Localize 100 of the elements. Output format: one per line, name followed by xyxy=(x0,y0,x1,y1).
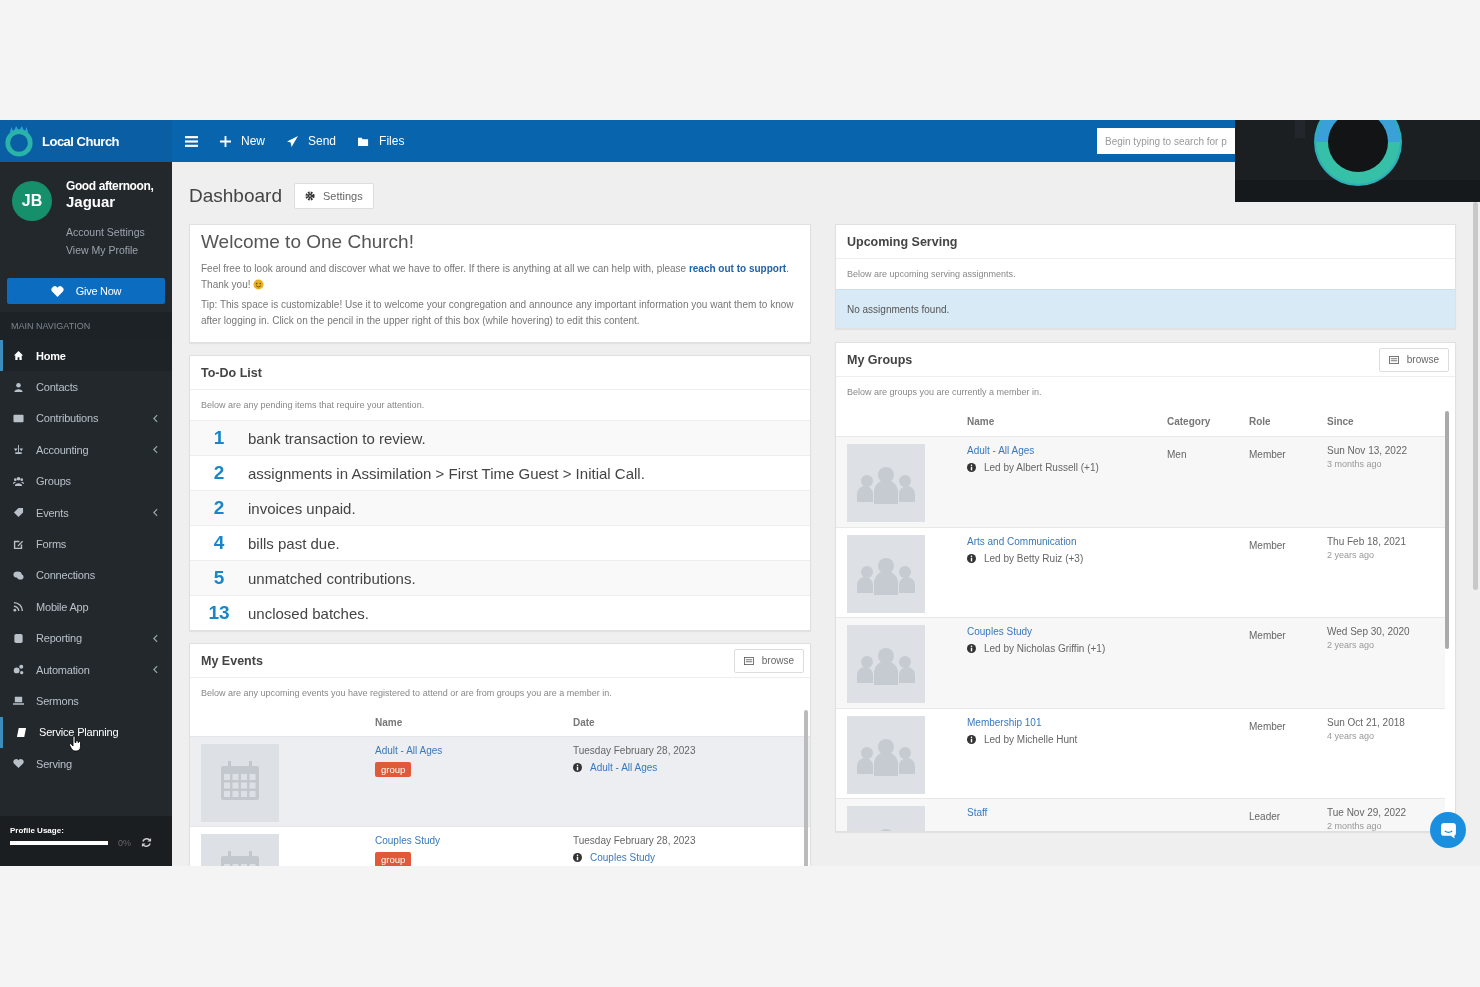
panel-title: My Events xyxy=(201,653,263,668)
group-row[interactable]: Arts and Communication Led by Betty Ruiz (+3) Member Thu Feb 18, 2021 2 years ago xyxy=(836,526,1445,617)
nav-item[interactable]: Service Planning xyxy=(0,716,172,749)
group-role: Leader xyxy=(1249,811,1281,822)
event-row[interactable]: Adult - All Ages group Tuesday February 28, 2023 Adult - All Ages xyxy=(190,736,810,826)
nav-item[interactable]: Accounting xyxy=(0,434,172,466)
profile-usage-label: Profile Usage: xyxy=(10,826,65,835)
group-leader: Led by Betty Ruiz (+3) xyxy=(984,552,1084,564)
flame-ring-icon[interactable] xyxy=(4,124,34,158)
nav-item[interactable]: Reporting xyxy=(0,622,172,654)
todo-text[interactable]: bills past due. xyxy=(248,534,340,552)
info-icon xyxy=(967,644,976,653)
group-role: Member xyxy=(1249,630,1286,641)
panel-title: To-Do List xyxy=(201,365,262,380)
nav-item[interactable]: Events xyxy=(0,496,172,529)
group-link[interactable]: Adult - All Ages xyxy=(967,445,1035,456)
tag-icon xyxy=(13,507,24,519)
group-row[interactable]: Staff Leader Tue Nov 29, 2022 2 months ago xyxy=(836,798,1445,831)
search-field[interactable]: Begin typing to search for p xyxy=(1097,128,1235,154)
panel-description: Below are groups you are currently a member in. xyxy=(847,387,1042,397)
browse-button[interactable]: browse xyxy=(733,648,804,673)
settings-button[interactable]: Settings xyxy=(293,183,374,209)
todo-text[interactable]: bank transaction to review. xyxy=(248,429,426,447)
time-ago: 2 months ago xyxy=(1327,821,1382,831)
scrollbar-thumb[interactable] xyxy=(1473,202,1478,590)
nav-item[interactable]: Contributions xyxy=(0,402,172,435)
people-placeholder-icon xyxy=(847,444,925,522)
group-leader: Led by Nicholas Griffin (+1) xyxy=(984,643,1106,654)
info-icon xyxy=(573,853,582,862)
column-header: Role xyxy=(1249,416,1272,427)
member-since: Tue Nov 29, 2022 xyxy=(1327,807,1407,818)
laptop-icon xyxy=(13,695,24,707)
nav-item[interactable]: Forms xyxy=(0,528,172,560)
book-icon xyxy=(16,726,27,738)
event-row[interactable]: Couples Study group Tuesday February 28, 2023 Couples Study xyxy=(190,826,810,866)
user-name: Jaguar xyxy=(66,193,117,210)
chat-button[interactable] xyxy=(1430,812,1466,848)
profile-link[interactable]: View My Profile xyxy=(66,241,154,259)
todo-text[interactable]: assignments in Assimilation > First Time Guest > Initial Call. xyxy=(248,464,645,482)
nav-item[interactable]: Serving xyxy=(0,748,172,780)
group-tag: group xyxy=(375,852,412,866)
group-link[interactable]: Staff xyxy=(967,807,988,818)
welcome-text: Feel free to look around and discover what we have to offer. If there is anything at all we can help with, please reach out to support. Thank you! xyxy=(201,262,790,292)
time-ago: 3 months ago xyxy=(1327,459,1382,469)
group-link[interactable]: Membership 101 xyxy=(967,716,1042,728)
people-placeholder-icon xyxy=(847,625,925,703)
list-icon xyxy=(1388,355,1399,364)
toolbar-button[interactable]: Send xyxy=(287,134,337,148)
todo-text[interactable]: invoices unpaid. xyxy=(248,499,356,517)
group-leader: Led by Michelle Hunt xyxy=(984,733,1078,745)
scrollbar-thumb[interactable] xyxy=(1445,411,1449,649)
group-link[interactable]: Couples Study xyxy=(967,626,1033,637)
heart-icon xyxy=(50,284,64,298)
greeting: Good afternoon, xyxy=(66,179,154,193)
group-link[interactable]: Adult - All Ages xyxy=(590,762,658,773)
todo-text[interactable]: unclosed batches. xyxy=(248,604,369,622)
nav-heading: MAIN NAVIGATION xyxy=(11,321,91,331)
todo-count: 4 xyxy=(212,532,226,554)
menu-icon[interactable] xyxy=(185,135,198,147)
list-icon xyxy=(743,656,754,665)
settings-icon xyxy=(304,191,315,201)
time-ago: 2 years ago xyxy=(1327,640,1375,650)
group-row[interactable]: Membership 101 Led by Michelle Hunt Member Sun Oct 21, 2018 4 years ago xyxy=(836,707,1445,798)
nav-item[interactable]: Mobile App xyxy=(0,591,172,623)
give-now-button[interactable]: Give Now xyxy=(7,278,165,304)
nav-item[interactable]: Sermons xyxy=(0,685,172,717)
todo-text[interactable]: unmatched contributions. xyxy=(248,569,416,587)
event-link[interactable]: Couples Study xyxy=(375,835,441,846)
scrollbar-thumb[interactable] xyxy=(804,710,808,866)
nav-item[interactable]: Contacts xyxy=(0,371,172,403)
panel-description: Below are upcoming serving assignments. xyxy=(847,269,1016,279)
nav-item[interactable]: Home xyxy=(0,340,172,372)
profile-link[interactable]: Account Settings xyxy=(66,223,154,241)
member-since: Sun Nov 13, 2022 xyxy=(1327,445,1408,456)
people-placeholder-icon xyxy=(847,715,925,794)
paper-plane-icon xyxy=(287,135,298,147)
member-since: Thu Feb 18, 2021 xyxy=(1327,535,1406,547)
nav-item[interactable]: Connections xyxy=(0,559,172,592)
group-row[interactable]: Adult - All Ages Led by Albert Russell (+1) Men Member Sun Nov 13, 2022 3 months ago xyxy=(836,436,1445,527)
group-role: Member xyxy=(1249,539,1286,551)
group-row[interactable]: Couples Study Led by Nicholas Griffin (+1) Member Wed Sep 30, 2020 2 years ago xyxy=(836,617,1445,708)
info-icon xyxy=(573,763,582,772)
chat-bubble-icon xyxy=(1439,821,1457,839)
group-link[interactable]: Arts and Communication xyxy=(967,535,1077,547)
page-title: Dashboard xyxy=(189,185,282,207)
todo-count: 13 xyxy=(208,602,230,624)
refresh-icon[interactable] xyxy=(141,837,152,848)
toolbar-button[interactable]: New xyxy=(220,134,265,148)
brand-name[interactable]: Local Church xyxy=(42,133,120,149)
group-role: Member xyxy=(1249,720,1286,732)
time-ago: 4 years ago xyxy=(1327,730,1375,741)
group-link[interactable]: Couples Study xyxy=(590,852,656,863)
nav-item[interactable]: Groups xyxy=(0,465,172,497)
event-date: Tuesday February 28, 2023 xyxy=(573,745,696,756)
column-header: Date xyxy=(573,716,596,728)
browse-button[interactable]: browse xyxy=(1378,347,1449,372)
nav-item[interactable]: Automation xyxy=(0,653,172,686)
event-link[interactable]: Adult - All Ages xyxy=(375,745,443,756)
avatar: JB xyxy=(12,181,52,221)
toolbar-button[interactable]: Files xyxy=(358,134,405,148)
